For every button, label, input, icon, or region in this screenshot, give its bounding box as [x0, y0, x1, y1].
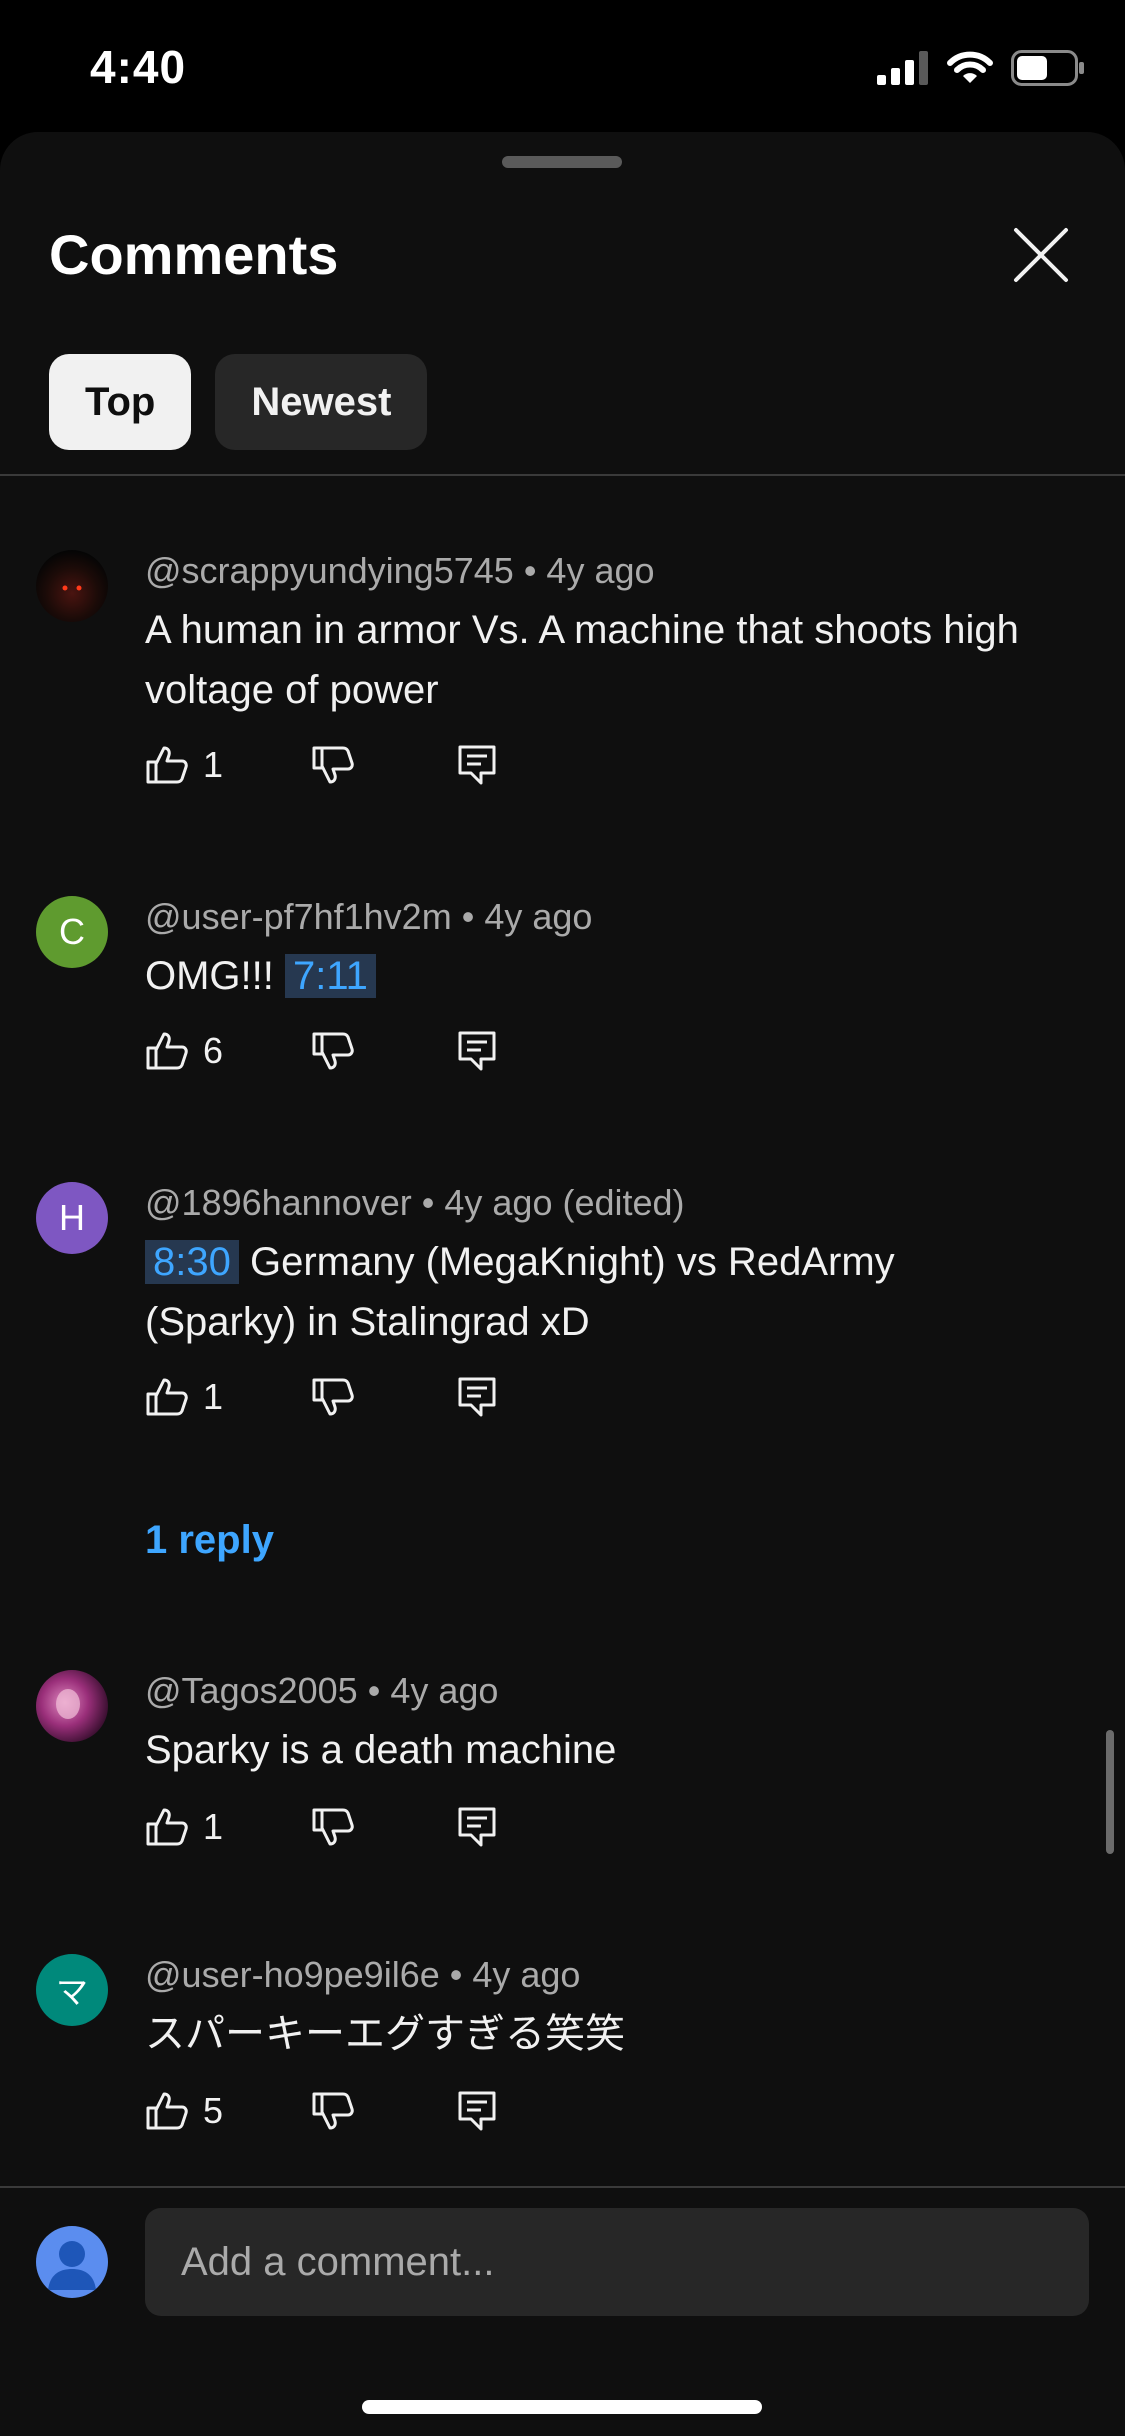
reply-icon — [458, 1377, 496, 1417]
avatar[interactable]: C — [36, 896, 108, 968]
comment-age: 4y ago — [390, 1670, 499, 1711]
comment-meta: @Tagos2005 • 4y ago — [145, 1670, 498, 1712]
avatar[interactable]: マ — [36, 1954, 108, 2026]
reply-button[interactable] — [457, 744, 497, 786]
comment-age: 4y ago — [484, 896, 593, 937]
avatar-image-icon — [62, 585, 82, 591]
close-icon — [1014, 228, 1068, 282]
cellular-signal-icon — [877, 50, 929, 90]
thumbs-down-icon — [312, 1378, 354, 1416]
like-count: 1 — [203, 1806, 224, 1847]
like-count: 1 — [203, 1376, 224, 1417]
sort-tabs: Top Newest — [49, 354, 428, 450]
comment-meta: @user-ho9pe9il6e • 4y ago — [145, 1954, 580, 1996]
dislike-button[interactable] — [311, 745, 355, 785]
thumbs-up-icon — [146, 1808, 188, 1846]
home-indicator[interactable] — [362, 2400, 762, 2414]
thumbs-up-icon — [146, 1378, 188, 1416]
comment-text: Sparky is a death machine — [145, 1728, 617, 1772]
dislike-button[interactable] — [311, 2091, 355, 2131]
thumbs-up-icon — [146, 1032, 188, 1070]
comment-meta: @user-pf7hf1hv2m • 4y ago — [145, 896, 592, 938]
thumbs-down-icon — [312, 746, 354, 784]
dislike-button[interactable] — [311, 1031, 355, 1071]
scrollbar[interactable] — [1106, 1730, 1114, 1854]
comment-age: 4y ago — [546, 550, 655, 591]
avatar[interactable] — [36, 1670, 108, 1742]
comment-age: 4y ago — [472, 1954, 581, 1995]
avatar[interactable] — [36, 550, 108, 622]
meta-separator: • — [461, 896, 485, 937]
meta-separator: • — [523, 550, 547, 591]
reply-button[interactable] — [457, 1030, 497, 1072]
comment-meta: @scrappyundying5745 • 4y ago — [145, 550, 655, 592]
sheet-drag-handle[interactable] — [502, 156, 622, 168]
status-icons — [877, 49, 1085, 91]
timestamp-link[interactable]: 8:30 — [145, 1240, 239, 1284]
view-replies-link[interactable]: 1 reply — [145, 1518, 274, 1563]
reply-icon — [458, 2091, 496, 2131]
like-button[interactable]: 1 — [145, 744, 263, 786]
avatar[interactable]: H — [36, 1182, 108, 1254]
add-comment-input[interactable] — [145, 2208, 1089, 2316]
timestamp-link[interactable]: 7:11 — [285, 954, 376, 998]
like-count: 1 — [203, 744, 224, 785]
battery-icon — [1011, 49, 1085, 91]
status-time: 4:40 — [90, 41, 187, 93]
wifi-icon — [947, 51, 993, 90]
comment-text: A human in armor Vs. A machine that shoo… — [145, 608, 1019, 712]
thumbs-down-icon — [312, 1032, 354, 1070]
comment-actions: 5 — [145, 2086, 497, 2136]
reply-button[interactable] — [457, 2090, 497, 2132]
dislike-button[interactable] — [311, 1377, 355, 1417]
like-button[interactable]: 1 — [145, 1806, 263, 1848]
comment-meta: @1896hannover • 4y ago (edited) — [145, 1182, 685, 1224]
close-button[interactable] — [1010, 224, 1072, 286]
sheet-title: Comments — [49, 223, 339, 286]
comment-text: 8:30 Germany (MegaKnight) vs RedArmy (Sp… — [145, 1232, 1045, 1352]
avatar-image-icon — [56, 1689, 80, 1719]
comment-actions: 1 — [145, 1372, 497, 1422]
meta-separator: • — [367, 1670, 391, 1711]
comment-text: OMG!!! 7:11 — [145, 946, 1045, 1006]
comment-composer — [0, 2188, 1125, 2436]
thumbs-up-icon — [146, 746, 188, 784]
comment-text-body: OMG!!! — [145, 954, 274, 998]
comment-text: スパーキーエグすぎる笑笑 — [145, 2012, 625, 2056]
reply-icon — [458, 1807, 496, 1847]
comment-age: 4y ago (edited) — [444, 1182, 685, 1223]
like-button[interactable]: 5 — [145, 2090, 263, 2132]
comment-actions: 1 — [145, 740, 497, 790]
reply-button[interactable] — [457, 1376, 497, 1418]
comment-author[interactable]: @Tagos2005 — [145, 1670, 358, 1711]
thumbs-up-icon — [146, 2092, 188, 2130]
tab-top[interactable]: Top — [49, 354, 192, 450]
reply-button[interactable] — [457, 1806, 497, 1848]
thumbs-down-icon — [312, 2092, 354, 2130]
comment-list[interactable]: @scrappyundying5745 • 4y ago A human in … — [0, 476, 1125, 2176]
user-avatar-icon — [48, 2241, 96, 2290]
comment-author[interactable]: @user-pf7hf1hv2m — [145, 896, 452, 937]
comment-text-body: Germany (MegaKnight) vs RedArmy (Sparky)… — [145, 1240, 895, 1344]
comment-author[interactable]: @scrappyundying5745 — [145, 550, 514, 591]
meta-separator: • — [421, 1182, 445, 1223]
status-bar: 4:40 — [0, 0, 1125, 132]
thumbs-down-icon — [312, 1808, 354, 1846]
comment-author[interactable]: @1896hannover — [145, 1182, 412, 1223]
meta-separator: • — [449, 1954, 473, 1995]
dislike-button[interactable] — [311, 1807, 355, 1847]
comment-author[interactable]: @user-ho9pe9il6e — [145, 1954, 440, 1995]
like-count: 6 — [203, 1030, 224, 1071]
like-button[interactable]: 6 — [145, 1030, 263, 1072]
tab-newest[interactable]: Newest — [215, 354, 428, 450]
like-button[interactable]: 1 — [145, 1376, 263, 1418]
like-count: 5 — [203, 2090, 224, 2131]
reply-icon — [458, 1031, 496, 1071]
reply-icon — [458, 745, 496, 785]
comment-actions: 1 — [145, 1802, 497, 1852]
comment-actions: 6 — [145, 1026, 497, 1076]
my-avatar[interactable] — [36, 2226, 108, 2298]
